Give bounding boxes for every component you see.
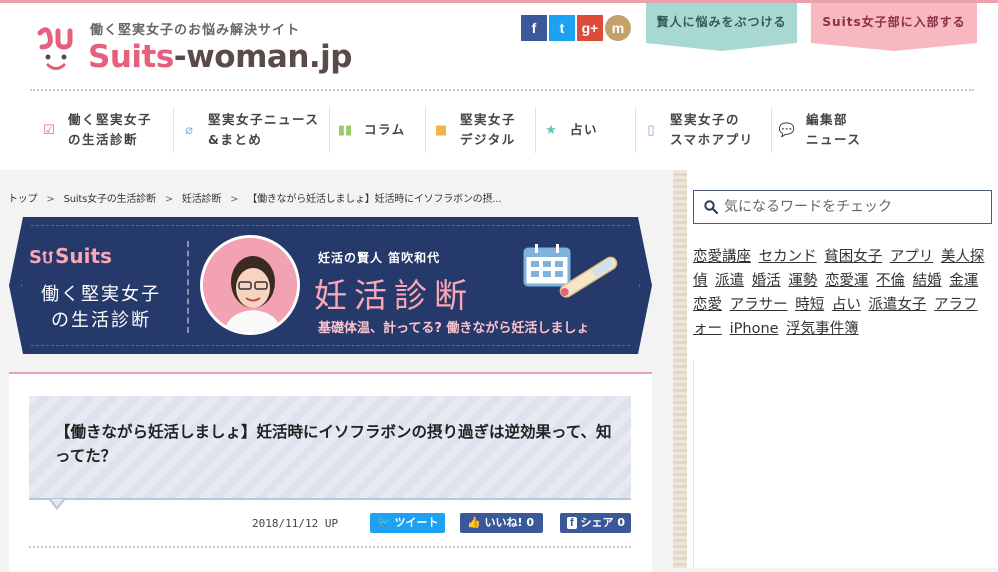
star-icon: ★: [545, 122, 557, 138]
nav-item-editorial-news[interactable]: 💬 編集部 ニュース: [772, 107, 882, 153]
breadcrumb: トップ > Suits女子の生活診断 > 妊活診断 > 【働きながら妊活しましょ…: [8, 190, 507, 205]
googleplus-icon[interactable]: g+: [577, 15, 603, 41]
suits-logo-icon: Sប: [29, 247, 54, 268]
twitter-bird-icon: 🐦: [377, 516, 391, 529]
breadcrumb-current: 【働きながら妊活しましょ】妊活時にイソフラボンの摂...: [247, 194, 502, 205]
tag-cloud: 恋愛講座 セカンド 貧困女子 アプリ 美人探偵 派遣 婚活 運勢 恋愛運 不倫 …: [693, 245, 991, 341]
breadcrumb-separator: >: [46, 194, 55, 205]
sidebar-pattern-edge: [673, 170, 687, 568]
site-tagline: 働く堅実女子のお悩み解決サイト: [90, 23, 301, 38]
tag-link[interactable]: 不倫: [876, 273, 905, 289]
join-club-button[interactable]: Suits女子部に入部する: [811, 3, 977, 43]
paperclip-icon: ⌀: [185, 122, 193, 138]
header-divider: [30, 89, 974, 91]
tag-link[interactable]: 運勢: [788, 273, 817, 289]
tag-link[interactable]: 婚活: [752, 273, 781, 289]
tweet-label: ツイート: [394, 516, 439, 529]
nav-item-news[interactable]: ⌀ 堅実女子ニュース &まとめ: [174, 107, 330, 153]
tag-link[interactable]: 派遣女子: [868, 297, 926, 313]
tag-link[interactable]: アラサー: [730, 297, 788, 313]
tag-link[interactable]: 恋愛講座: [693, 249, 751, 265]
facebook-small-icon: f: [567, 517, 577, 529]
article-divider: [29, 546, 631, 548]
category-banner[interactable]: Sប Suits 働く堅実女子 の生活診断 妊活の賢人 笛吹和代 妊活診断 基礎…: [9, 217, 652, 354]
tag-link[interactable]: 恋愛: [693, 297, 722, 313]
article-title-box: 【働きながら妊活しましょ】妊活時にイソフラボンの摂り過ぎは逆効果って、知ってた？: [29, 396, 631, 500]
sidebar-search: [693, 190, 992, 224]
title-box-tail-inner: [51, 499, 63, 507]
tag-link[interactable]: アプリ: [890, 249, 934, 265]
ad-space: [693, 360, 998, 568]
like-label: いいね! 0: [484, 516, 535, 529]
thumbs-up-icon: 👍: [467, 516, 481, 529]
join-ribbon-tip: [811, 43, 977, 51]
smartphone-icon: ▯: [647, 122, 655, 138]
tag-link[interactable]: 時短: [795, 297, 824, 313]
logo-wordmark: Suits-woman.jp: [88, 39, 352, 75]
search-icon[interactable]: [704, 200, 718, 214]
book-icon: ▮▮: [337, 122, 353, 138]
speech-bubble-icon: 💬: [778, 122, 796, 138]
checklist-icon: ☑: [43, 122, 55, 138]
nav-label: コラム: [364, 122, 406, 137]
nav-label: 堅実女子の スマホアプリ: [670, 112, 754, 147]
nav-label: 堅実女子 デジタル: [460, 112, 517, 147]
nav-item-column[interactable]: ▮▮ コラム: [330, 107, 426, 153]
consult-ribbon-tip: [646, 43, 796, 51]
article-title: 【働きながら妊活しましょ】妊活時にイソフラボンの摂り過ぎは逆効果って、知ってた？: [55, 423, 612, 465]
logo-part-domain: -woman.jp: [173, 39, 353, 75]
banner-line1: 働く堅実女子: [41, 284, 161, 305]
main-nav: ☑ 働く堅実女子 の生活診断 ⌀ 堅実女子ニュース &まとめ ▮▮ コラム ■ …: [34, 107, 964, 153]
logo-part-suits: Suits: [88, 39, 174, 75]
bag-icon: ■: [434, 122, 448, 138]
share-button[interactable]: f シェア 0: [560, 513, 631, 533]
nav-label: 占い: [570, 122, 599, 137]
breadcrumb-separator: >: [164, 194, 173, 205]
nav-item-life-diagnosis[interactable]: ☑ 働く堅実女子 の生活診断: [34, 107, 174, 153]
banner-suits-label: Suits: [55, 244, 112, 268]
banner-title: 妊活診断: [314, 276, 474, 315]
article-card: 【働きながら妊活しましょ】妊活時にイソフラボンの摂り過ぎは逆効果って、知ってた？…: [9, 372, 652, 572]
tag-link[interactable]: 結婚: [913, 273, 942, 289]
tag-link[interactable]: 金運: [949, 273, 978, 289]
like-button[interactable]: 👍 いいね! 0: [460, 513, 543, 533]
breadcrumb-link[interactable]: Suits女子の生活診断: [64, 194, 156, 205]
nav-item-fortune[interactable]: ★ 占い: [536, 107, 636, 153]
nav-item-apps[interactable]: ▯ 堅実女子の スマホアプリ: [636, 107, 772, 153]
mixi-icon[interactable]: m: [605, 15, 631, 41]
banner-tagline: 基礎体温、計ってる? 働きながら妊活しましょ: [318, 321, 590, 336]
tag-link[interactable]: iPhone: [730, 321, 779, 337]
nav-item-digital[interactable]: ■ 堅実女子 デジタル: [426, 107, 536, 153]
tag-link[interactable]: 貧困女子: [824, 249, 882, 265]
breadcrumb-link[interactable]: 妊活診断: [182, 194, 221, 205]
breadcrumb-link[interactable]: トップ: [8, 194, 38, 205]
tag-link[interactable]: 占い: [832, 297, 861, 313]
logo-face-icon: [37, 27, 73, 70]
banner-expert-name: 妊活の賢人 笛吹和代: [318, 251, 441, 265]
banner-line2: の生活診断: [51, 310, 151, 331]
social-links: f t g+ m: [521, 15, 631, 41]
site-header: 働く堅実女子のお悩み解決サイト Suits-woman.jp f t g+ m …: [0, 3, 998, 170]
tag-link[interactable]: 浮気事件簿: [786, 321, 859, 337]
consult-sage-button[interactable]: 賢人に悩みをぶつける: [646, 3, 797, 43]
nav-label: 編集部 ニュース: [806, 112, 862, 147]
facebook-icon[interactable]: f: [521, 15, 547, 41]
article-date: 2018/11/12 UP: [252, 517, 339, 530]
nav-label: 働く堅実女子 の生活診断: [68, 112, 153, 147]
tag-link[interactable]: 派遣: [715, 273, 744, 289]
tag-link[interactable]: セカンド: [759, 249, 817, 265]
tag-link[interactable]: 恋愛運: [825, 273, 869, 289]
twitter-icon[interactable]: t: [549, 15, 575, 41]
tweet-button[interactable]: 🐦 ツイート: [370, 513, 445, 533]
expert-photo: [200, 235, 300, 335]
nav-label: 堅実女子ニュース &まとめ: [208, 112, 320, 147]
share-label: シェア 0: [580, 516, 625, 529]
thermometer-icon: [549, 253, 629, 303]
search-input[interactable]: [724, 195, 984, 219]
breadcrumb-separator: >: [230, 194, 239, 205]
banner-divider: [187, 241, 189, 333]
